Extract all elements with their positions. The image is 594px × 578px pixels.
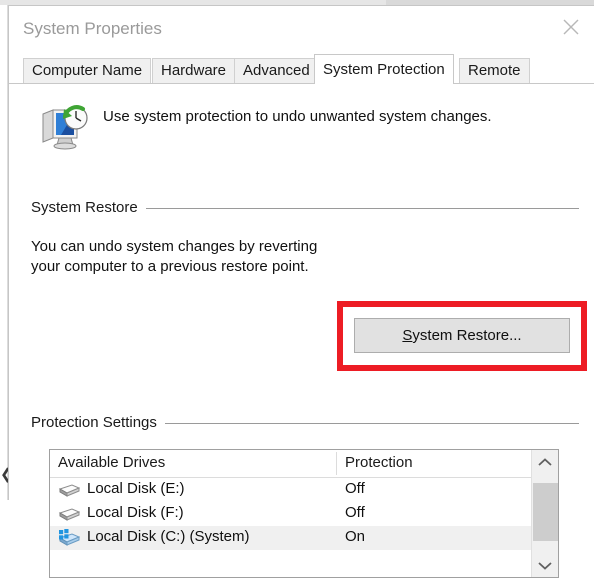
- system-restore-group-header: System Restore: [31, 199, 579, 219]
- drive-list-scrollbar[interactable]: [531, 450, 558, 577]
- table-row[interactable]: Local Disk (C:) (System) On: [50, 526, 558, 550]
- hard-disk-icon: [58, 481, 81, 499]
- scrollbar-thumb[interactable]: [533, 483, 558, 541]
- available-drives-list[interactable]: Available Drives Protection Local Disk (…: [49, 449, 559, 578]
- table-row[interactable]: Local Disk (E:) Off: [50, 478, 558, 502]
- tab-hardware[interactable]: Hardware: [152, 58, 236, 84]
- drive-protection-status: Off: [345, 504, 365, 521]
- drive-list-header: Available Drives Protection: [50, 450, 558, 478]
- window-title: System Properties: [23, 19, 162, 38]
- tab-system-protection[interactable]: System Protection: [314, 54, 454, 84]
- back-arrow-icon[interactable]: ❮: [0, 466, 8, 484]
- drive-list-rows: Local Disk (E:) Off Local Disk (F:) Off …: [50, 478, 558, 550]
- drive-name: Local Disk (E:): [87, 480, 185, 497]
- chevron-up-icon[interactable]: [532, 450, 558, 474]
- tab-advanced[interactable]: Advanced: [234, 58, 319, 84]
- tab-header-row: Use system protection to undo unwanted s…: [31, 102, 571, 162]
- close-icon[interactable]: [548, 6, 594, 44]
- system-restore-button-label: ystem Restore...: [412, 327, 522, 344]
- system-disk-icon: [58, 529, 81, 547]
- system-restore-icon: [39, 104, 89, 152]
- drive-name: Local Disk (F:): [87, 504, 184, 521]
- protection-settings-group-header: Protection Settings: [31, 414, 579, 434]
- column-header-protection[interactable]: Protection: [345, 454, 413, 471]
- chevron-down-icon[interactable]: [532, 553, 558, 577]
- tab-computer-name[interactable]: Computer Name: [23, 58, 152, 84]
- hard-disk-icon: [58, 505, 81, 523]
- system-restore-button-accelerator: S: [402, 327, 413, 344]
- column-header-available-drives[interactable]: Available Drives: [58, 454, 165, 471]
- group-divider: [145, 199, 579, 217]
- system-protection-tab-page: Use system protection to undo unwanted s…: [9, 83, 594, 578]
- table-row[interactable]: Local Disk (F:) Off: [50, 502, 558, 526]
- system-properties-dialog: System Properties Computer Name Hardware…: [8, 5, 594, 578]
- tab-remote[interactable]: Remote: [459, 58, 530, 84]
- drive-protection-status: On: [345, 528, 366, 545]
- group-divider: [164, 414, 579, 432]
- background-window-left-strip: [0, 5, 8, 500]
- system-restore-button[interactable]: System Restore...: [354, 318, 570, 353]
- tab-strip: Computer Name Hardware Advanced System P…: [9, 53, 594, 84]
- tab-header-description: Use system protection to undo unwanted s…: [103, 108, 492, 125]
- system-restore-group-label: System Restore: [31, 199, 138, 216]
- dialog-titlebar: System Properties: [9, 6, 594, 53]
- protection-settings-group-label: Protection Settings: [31, 414, 157, 431]
- desktop-background: ❮ System Properties Computer Name Hardwa…: [0, 0, 594, 578]
- drive-protection-status: Off: [345, 480, 365, 497]
- system-restore-description: You can undo system changes by reverting…: [31, 238, 318, 275]
- drive-name: Local Disk (C:) (System): [87, 528, 250, 545]
- column-divider: [336, 452, 337, 475]
